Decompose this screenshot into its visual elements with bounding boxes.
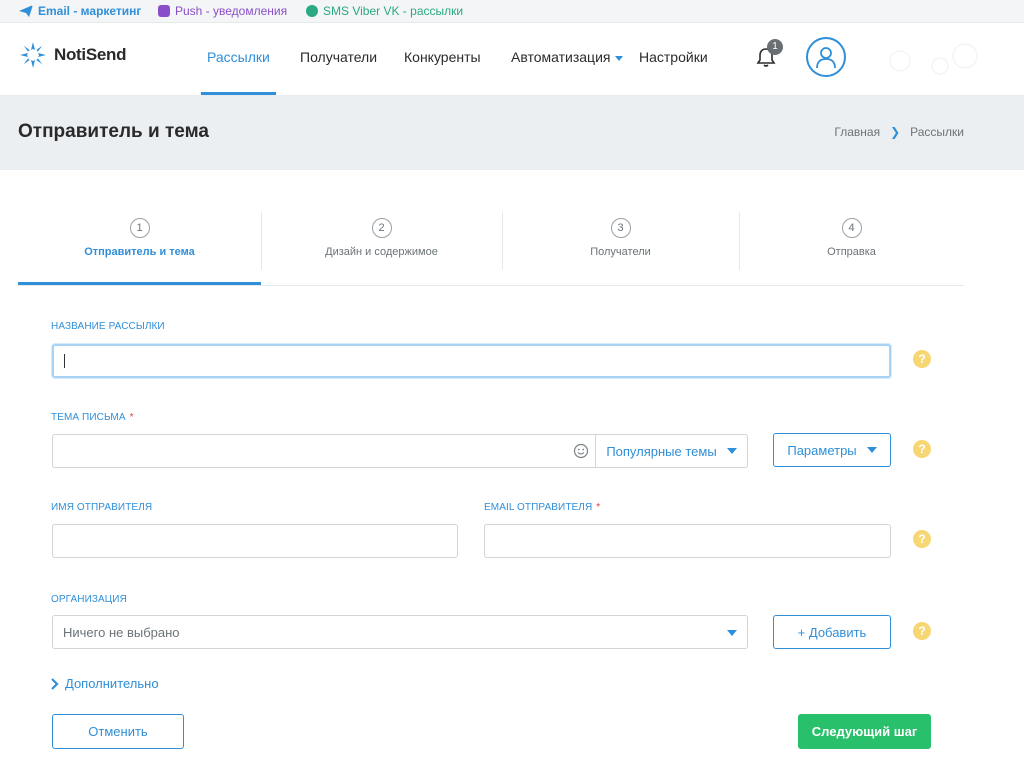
sender-email-label-text: EMAIL ОТПРАВИТЕЛЯ bbox=[484, 502, 593, 513]
header-decoration bbox=[889, 43, 978, 75]
breadcrumb-mailings[interactable]: Рассылки bbox=[910, 125, 964, 139]
push-app-icon bbox=[158, 5, 170, 17]
avatar[interactable] bbox=[806, 37, 846, 77]
breadcrumb-home[interactable]: Главная bbox=[834, 125, 880, 139]
sender-name-field[interactable] bbox=[52, 524, 458, 558]
additional-toggle[interactable]: Дополнительно bbox=[51, 676, 159, 691]
popular-subjects-dropdown[interactable]: Популярные темы bbox=[595, 435, 747, 467]
chevron-down-icon bbox=[615, 55, 624, 61]
sender-name-label: ИМЯ ОТПРАВИТЕЛЯ bbox=[51, 502, 153, 513]
nav-mailings[interactable]: Рассылки bbox=[207, 49, 270, 65]
chevron-right-icon bbox=[51, 677, 59, 690]
subject-input[interactable] bbox=[53, 435, 573, 467]
sender-email-input[interactable] bbox=[485, 525, 890, 557]
required-mark: * bbox=[596, 502, 601, 513]
user-icon bbox=[816, 47, 836, 69]
organization-label: ОРГАНИЗАЦИЯ bbox=[51, 594, 127, 605]
logo-text: NotiSend bbox=[54, 45, 127, 64]
add-organization-button[interactable]: + Добавить bbox=[773, 615, 891, 649]
step-label: Отправка bbox=[827, 246, 876, 258]
additional-label: Дополнительно bbox=[65, 676, 159, 691]
nav-competitors[interactable]: Конкуренты bbox=[404, 49, 481, 65]
sender-name-input[interactable] bbox=[53, 525, 457, 557]
popular-subjects-label: Популярные темы bbox=[606, 443, 717, 459]
nav-automation-label: Автоматизация bbox=[511, 49, 611, 65]
product-link-sms[interactable]: SMS Viber VK - рассылки bbox=[306, 4, 463, 18]
nav-settings[interactable]: Настройки bbox=[639, 49, 708, 65]
text-cursor bbox=[64, 354, 65, 368]
next-step-button[interactable]: Следующий шаг bbox=[798, 714, 931, 749]
chevron-down-icon bbox=[726, 448, 737, 454]
product-strip: Email - маркетинг Push - уведомления SMS… bbox=[0, 0, 1024, 23]
chevron-down-icon bbox=[727, 630, 737, 636]
nav-recipients[interactable]: Получатели bbox=[300, 49, 377, 65]
subject-field[interactable]: Популярные темы bbox=[52, 434, 748, 468]
parameters-label: Параметры bbox=[787, 442, 857, 458]
required-mark: * bbox=[129, 412, 134, 423]
parameters-button[interactable]: Параметры bbox=[773, 433, 891, 467]
campaign-name-field[interactable] bbox=[52, 344, 891, 378]
step-sender-subject[interactable]: 1 Отправитель и тема bbox=[18, 212, 261, 284]
product-link-sms-label: SMS Viber VK - рассылки bbox=[323, 4, 464, 18]
product-link-push[interactable]: Push - уведомления bbox=[158, 4, 287, 18]
wizard-stepper: 1 Отправитель и тема 2 Дизайн и содержим… bbox=[18, 212, 964, 286]
organization-selected-value: Ничего не выбрано bbox=[63, 625, 180, 640]
organization-select[interactable]: Ничего не выбрано bbox=[52, 615, 748, 649]
step-label: Отправитель и тема bbox=[84, 246, 195, 258]
step-number: 4 bbox=[841, 218, 862, 238]
nav-automation[interactable]: Автоматизация bbox=[511, 49, 624, 65]
breadcrumb: Главная ❯ Рассылки bbox=[834, 125, 964, 139]
help-icon[interactable]: ? bbox=[913, 350, 931, 368]
emoji-icon[interactable] bbox=[573, 443, 589, 459]
active-nav-indicator bbox=[201, 92, 276, 95]
title-band: Отправитель и тема Главная ❯ Рассылки bbox=[0, 96, 1024, 170]
help-icon[interactable]: ? bbox=[913, 622, 931, 640]
page-title: Отправитель и тема bbox=[18, 121, 209, 142]
step-number: 2 bbox=[371, 218, 392, 238]
step-label: Получатели bbox=[590, 246, 651, 258]
main-header: NotiSend Рассылки Получатели Конкуренты … bbox=[0, 23, 1024, 96]
help-icon[interactable]: ? bbox=[913, 440, 931, 458]
cancel-button[interactable]: Отменить bbox=[52, 714, 184, 749]
paper-plane-icon bbox=[19, 5, 33, 17]
notisend-logo-icon bbox=[20, 42, 46, 68]
product-link-push-label: Push - уведомления bbox=[175, 4, 288, 18]
chevron-right-icon: ❯ bbox=[890, 125, 901, 139]
sender-email-label: EMAIL ОТПРАВИТЕЛЯ * bbox=[484, 502, 600, 513]
sender-email-field[interactable] bbox=[484, 524, 891, 558]
step-recipients[interactable]: 3 Получатели bbox=[502, 212, 739, 284]
subject-label: ТЕМА ПИСЬМА * bbox=[51, 412, 134, 423]
subject-label-text: ТЕМА ПИСЬМА bbox=[51, 412, 126, 423]
chat-bubble-icon bbox=[306, 5, 318, 17]
step-number: 1 bbox=[129, 218, 150, 238]
product-link-email-label: Email - маркетинг bbox=[38, 4, 142, 18]
step-number: 3 bbox=[610, 218, 631, 238]
logo[interactable]: NotiSend bbox=[18, 40, 127, 70]
step-sending[interactable]: 4 Отправка bbox=[739, 212, 964, 284]
step-design-content[interactable]: 2 Дизайн и содержимое bbox=[261, 212, 502, 284]
notification-count-badge: 1 bbox=[767, 39, 783, 55]
step-label: Дизайн и содержимое bbox=[325, 246, 438, 258]
chevron-down-icon bbox=[866, 447, 877, 453]
active-step-indicator bbox=[18, 282, 261, 285]
campaign-name-input[interactable] bbox=[54, 346, 889, 376]
help-icon[interactable]: ? bbox=[913, 530, 931, 548]
campaign-name-label: НАЗВАНИЕ РАССЫЛКИ bbox=[51, 321, 165, 332]
product-link-email[interactable]: Email - маркетинг bbox=[19, 4, 141, 18]
